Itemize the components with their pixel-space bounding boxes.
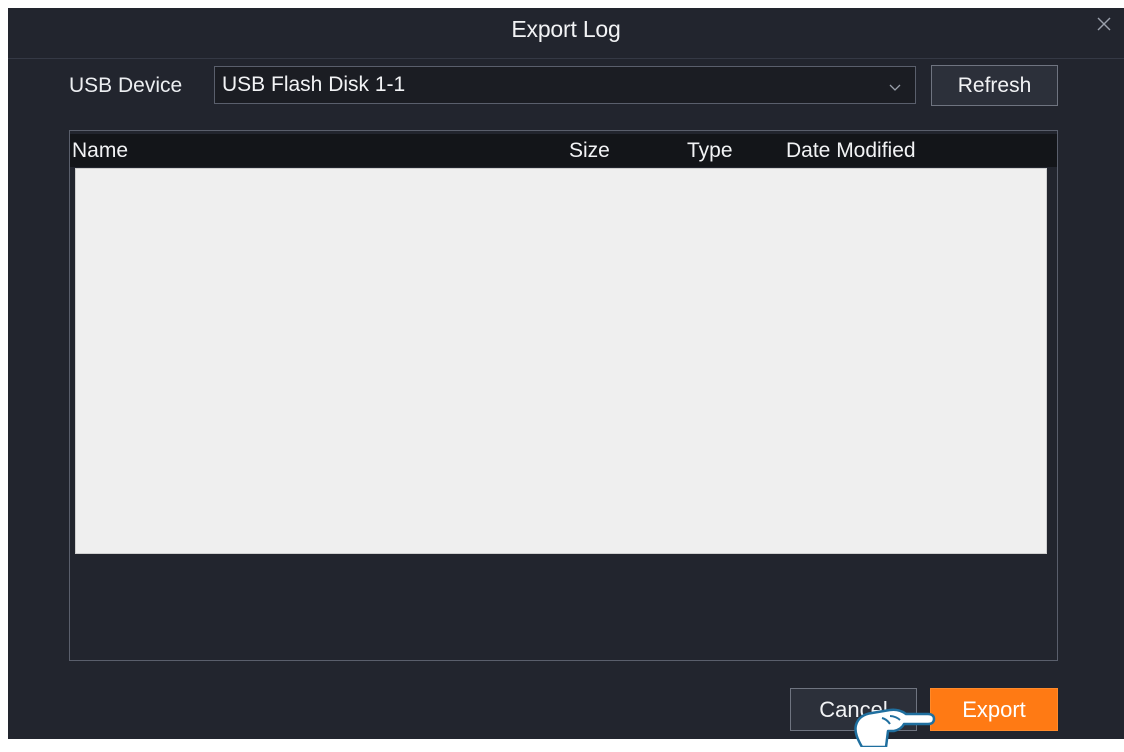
- export-log-dialog: Export Log USB Device USB Flash Disk 1-1…: [8, 8, 1124, 749]
- column-header-date-modified[interactable]: Date Modified: [786, 134, 916, 167]
- chevron-down-icon: [889, 80, 901, 91]
- column-header-size[interactable]: Size: [569, 134, 610, 167]
- export-button[interactable]: Export: [930, 688, 1058, 731]
- file-table: Name Size Type Date Modified: [69, 130, 1058, 661]
- close-icon[interactable]: [1094, 14, 1114, 34]
- dialog-titlebar: Export Log: [8, 8, 1124, 59]
- usb-device-selected-value: USB Flash Disk 1-1: [222, 73, 406, 96]
- column-header-type[interactable]: Type: [687, 134, 733, 167]
- file-list[interactable]: [75, 168, 1047, 554]
- refresh-button[interactable]: Refresh: [931, 65, 1058, 106]
- cancel-button[interactable]: Cancel: [790, 688, 917, 731]
- column-header-name[interactable]: Name: [72, 134, 128, 167]
- dialog-title: Export Log: [511, 16, 621, 42]
- usb-device-label: USB Device: [69, 74, 183, 97]
- file-table-header: Name Size Type Date Modified: [70, 134, 1057, 167]
- usb-device-select[interactable]: USB Flash Disk 1-1: [214, 66, 916, 104]
